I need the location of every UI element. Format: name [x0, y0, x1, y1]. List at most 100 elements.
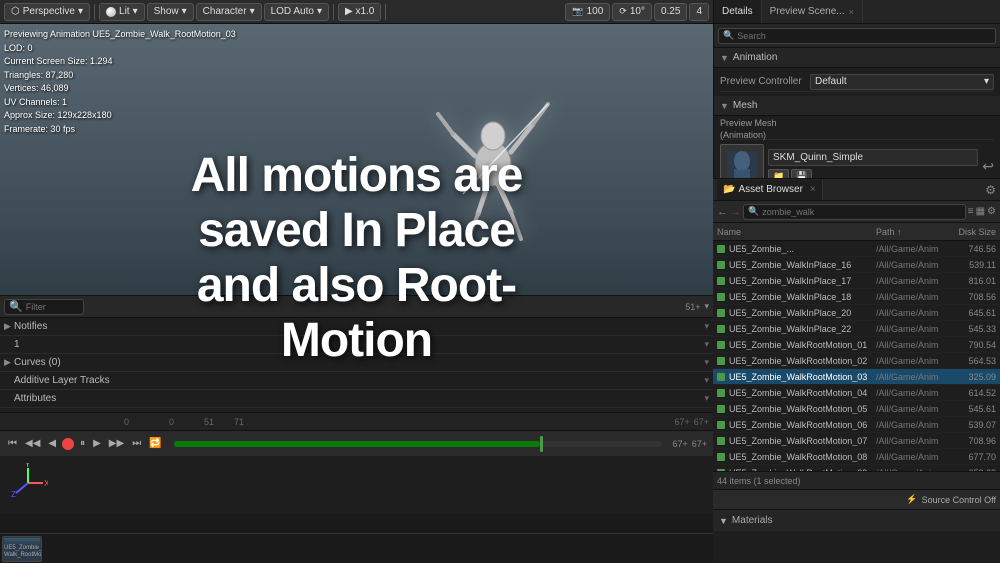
- timeline-scrub[interactable]: [174, 441, 663, 447]
- filter-input[interactable]: [26, 302, 86, 312]
- details-search-box[interactable]: 🔍: [718, 28, 996, 44]
- preview-controller-dropdown[interactable]: Default ▾: [810, 74, 994, 90]
- asset-color-dot: [717, 469, 725, 472]
- character-btn[interactable]: Character ▾: [196, 3, 262, 21]
- ab-filter-btn[interactable]: ▦: [976, 206, 985, 217]
- preview-scene-close-icon[interactable]: ×: [849, 7, 854, 17]
- reset-mesh-btn[interactable]: ↩: [982, 158, 994, 175]
- separator: [385, 4, 386, 20]
- tracks-count: 51+: [685, 302, 700, 312]
- animation-section-header[interactable]: ▼ Animation: [714, 48, 1000, 68]
- lod-btn[interactable]: LOD Auto ▾: [264, 3, 329, 21]
- track-row[interactable]: Attributes ▾: [0, 390, 713, 408]
- stat-line: Triangles: 87,280: [4, 69, 236, 83]
- col-size-header: Disk Size: [946, 227, 996, 237]
- asset-browser-row[interactable]: UE5_Zombie_WalkRootMotion_05 /All/Game/A…: [713, 401, 1000, 417]
- asset-browser-toolbar: ← → 🔍 ≡ ▦ ⚙: [713, 201, 1000, 223]
- asset-name: UE5_Zombie_WalkRootMotion_08: [729, 452, 876, 462]
- search-icon: 🔍: [723, 30, 734, 41]
- stat-line: Current Screen Size: 1.294: [4, 55, 236, 69]
- asset-browser-row[interactable]: UE5_Zombie_WalkInPlace_17 /All/Game/Anim…: [713, 273, 1000, 289]
- asset-color-dot: [717, 437, 725, 445]
- asset-browser-row[interactable]: UE5_Zombie_WalkRootMotion_06 /All/Game/A…: [713, 417, 1000, 433]
- asset-color-dot: [717, 261, 725, 269]
- asset-name: UE5_Zombie_WalkRootMotion_09: [729, 468, 876, 472]
- ab-nav-back-btn[interactable]: ←: [717, 206, 728, 218]
- mesh-section-header[interactable]: ▼ Mesh: [714, 96, 1000, 116]
- loop-btn[interactable]: 🔁: [147, 438, 163, 449]
- ab-settings2-btn[interactable]: ⚙: [987, 206, 996, 217]
- asset-browser-row[interactable]: UE5_Zombie_WalkInPlace_18 /All/Game/Anim…: [713, 289, 1000, 305]
- angle-btn[interactable]: ⟳ 10°: [612, 3, 652, 21]
- play-pause-btn[interactable]: ⏸: [78, 438, 87, 449]
- play-btn[interactable]: ▶ x1.0: [338, 3, 381, 21]
- camera-100-btn[interactable]: 📷 100: [565, 3, 610, 21]
- tab-preview-scene[interactable]: Preview Scene... ×: [762, 0, 863, 23]
- asset-size: 325.09: [946, 372, 996, 382]
- perspective-btn[interactable]: ⬡ Perspective ▾: [4, 3, 90, 21]
- perspective-label: Perspective: [23, 6, 75, 17]
- dropdown-chevron-icon: ▾: [984, 76, 989, 87]
- asset-path: /All/Game/Anim: [876, 372, 946, 382]
- chevron-down-icon: ▾: [250, 6, 255, 17]
- lit-btn[interactable]: Lit ▾: [99, 3, 145, 21]
- scale-btn[interactable]: 0.25: [654, 3, 687, 21]
- next-frame-btn[interactable]: ▶: [91, 438, 103, 449]
- asset-browser-row[interactable]: UE5_Zombie_WalkRootMotion_03 /All/Game/A…: [713, 369, 1000, 385]
- show-btn[interactable]: Show ▾: [147, 3, 194, 21]
- preview-scene-tab-label: Preview Scene...: [770, 6, 845, 17]
- asset-name: UE5_Zombie_WalkRootMotion_02: [729, 356, 876, 366]
- asset-path: /All/Game/Anim: [876, 420, 946, 430]
- viewport-btn[interactable]: 4: [689, 3, 709, 21]
- animation-section-label: Animation: [733, 52, 777, 63]
- thumbnail-item[interactable]: UE5_Zombie_ Walk_RootMot...: [2, 536, 42, 562]
- asset-size: 564.53: [946, 356, 996, 366]
- asset-color-dot: [717, 341, 725, 349]
- asset-size: 708.96: [946, 436, 996, 446]
- asset-browser-search[interactable]: 🔍: [743, 204, 966, 220]
- viewport-stats: Previewing Animation UE5_Zombie_Walk_Roo…: [4, 28, 236, 136]
- asset-size: 708.56: [946, 292, 996, 302]
- folder-icon: 📂: [723, 184, 735, 195]
- ab-search-input[interactable]: [762, 207, 961, 217]
- record-btn[interactable]: [62, 438, 74, 450]
- asset-browser-row[interactable]: UE5_Zombie_WalkRootMotion_07 /All/Game/A…: [713, 433, 1000, 449]
- asset-size: 539.07: [946, 420, 996, 430]
- search-icon: 🔍: [9, 300, 23, 313]
- asset-browser-row[interactable]: UE5_Zombie_WalkRootMotion_01 /All/Game/A…: [713, 337, 1000, 353]
- asset-browser-row[interactable]: UE5_Zombie_WalkRootMotion_02 /All/Game/A…: [713, 353, 1000, 369]
- asset-browser-tab[interactable]: 📂 Asset Browser ×: [717, 180, 823, 200]
- preview-mesh-label: Preview Mesh (Animation): [720, 118, 810, 141]
- chevron-down-icon: ▾: [78, 6, 83, 17]
- step-fwd-btn[interactable]: ▶▶: [107, 438, 126, 449]
- overlay-line1: All motions are saved In Place: [178, 148, 535, 258]
- prev-frame-btn[interactable]: ◀: [46, 438, 58, 449]
- angle-icon: ⟳: [619, 6, 627, 17]
- asset-color-dot: [717, 357, 725, 365]
- stat-line: Vertices: 46,089: [4, 82, 236, 96]
- asset-browser-row[interactable]: UE5_Zombie_WalkInPlace_16 /All/Game/Anim…: [713, 257, 1000, 273]
- ab-settings-btn[interactable]: ⚙: [985, 183, 996, 197]
- go-end-btn[interactable]: ⏭: [130, 438, 143, 449]
- btn-025-label: 0.25: [661, 6, 680, 17]
- details-search-input[interactable]: [737, 31, 991, 41]
- asset-browser-row[interactable]: UE5_Zombie_... /All/Game/Anim 746.56: [713, 241, 1000, 257]
- character-label: Character: [203, 6, 247, 17]
- asset-browser-close-icon[interactable]: ×: [810, 184, 816, 195]
- ab-view-options-btn[interactable]: ≡: [968, 206, 974, 217]
- ab-nav-fwd-btn[interactable]: →: [730, 206, 741, 218]
- col-path-header[interactable]: Path ↑: [876, 227, 946, 237]
- asset-browser-row[interactable]: UE5_Zombie_WalkRootMotion_04 /All/Game/A…: [713, 385, 1000, 401]
- asset-browser-row[interactable]: UE5_Zombie_WalkInPlace_20 /All/Game/Anim…: [713, 305, 1000, 321]
- asset-browser-row[interactable]: UE5_Zombie_WalkRootMotion_09 /All/Game/A…: [713, 465, 1000, 471]
- filter-box[interactable]: 🔍: [4, 299, 84, 315]
- tab-details[interactable]: Details: [714, 0, 762, 23]
- step-back-btn[interactable]: ◀◀: [23, 438, 42, 449]
- go-start-btn[interactable]: ⏮: [6, 438, 19, 449]
- track-row[interactable]: Additive Layer Tracks ▾: [0, 372, 713, 390]
- chevron-down-icon: ▾: [182, 6, 187, 17]
- source-control-label[interactable]: Source Control Off: [922, 495, 996, 505]
- asset-browser-row[interactable]: UE5_Zombie_WalkRootMotion_08 /All/Game/A…: [713, 449, 1000, 465]
- track-expand-icon: ▶: [4, 321, 14, 332]
- asset-browser-row[interactable]: UE5_Zombie_WalkInPlace_22 /All/Game/Anim…: [713, 321, 1000, 337]
